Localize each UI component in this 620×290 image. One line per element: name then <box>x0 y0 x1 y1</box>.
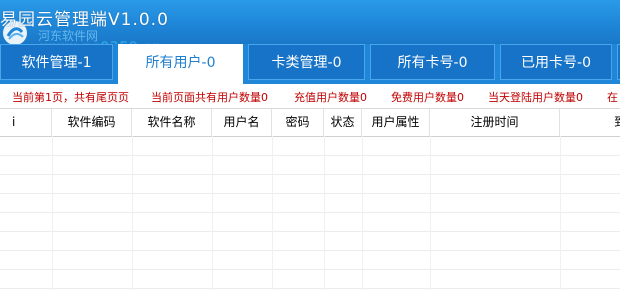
column-header-status[interactable]: 状态 <box>324 109 362 136</box>
column-header-user-attribute[interactable]: 用户属性 <box>362 109 430 136</box>
table-column-line <box>560 136 561 290</box>
column-header-password[interactable]: 密码 <box>272 109 324 136</box>
column-header-username[interactable]: 用户名 <box>212 109 272 136</box>
table-column-line <box>324 136 325 290</box>
table-column-line <box>362 136 363 290</box>
table-row-line <box>0 250 620 251</box>
user-table[interactable]: i 软件编码 软件名称 用户名 密码 状态 用户属性 注册时间 到期时 <box>0 109 620 290</box>
table-header: i 软件编码 软件名称 用户名 密码 状态 用户属性 注册时间 到期时 <box>0 109 620 137</box>
table-row-line <box>0 288 620 289</box>
table-column-line <box>430 136 431 290</box>
today-login-count: 当天登陆用户数量0 <box>488 91 583 104</box>
column-header-expire-time[interactable]: 到期时 <box>560 109 620 136</box>
tab-all-card-numbers[interactable]: 所有卡号-0 <box>370 44 495 80</box>
page-info: 当前第1页，共有尾页页 <box>12 91 129 104</box>
tab-all-users[interactable]: 所有用户-0 <box>118 44 243 84</box>
status-bar: 当前第1页，共有尾页页 当前页面共有用户数量0 充值用户数量0 免费用户数量0 … <box>0 84 620 109</box>
table-row-line <box>0 193 620 194</box>
free-user-count: 免费用户数量0 <box>391 91 464 104</box>
table-row-line <box>0 269 620 270</box>
table-row-line <box>0 174 620 175</box>
title-bar: 易园云管理端V1.0.0 河东软件网 www.pc0359.cn <box>0 0 620 55</box>
table-column-line <box>132 136 133 290</box>
table-column-line <box>52 136 53 290</box>
table-row-line <box>0 212 620 213</box>
table-column-line <box>272 136 273 290</box>
tab-bar: 软件管理-1 所有用户-0 卡类管理-0 所有卡号-0 已用卡号-0 <box>0 44 620 84</box>
column-header-software-code[interactable]: 软件编码 <box>52 109 132 136</box>
tab-card-type-management[interactable]: 卡类管理-0 <box>248 44 365 80</box>
tab-used-card-numbers[interactable]: 已用卡号-0 <box>500 44 612 80</box>
table-row-line <box>0 155 620 156</box>
page-user-count: 当前页面共有用户数量0 <box>151 91 268 104</box>
column-header-software-name[interactable]: 软件名称 <box>132 109 212 136</box>
column-header-index[interactable]: i <box>0 109 52 136</box>
column-header-register-time[interactable]: 注册时间 <box>430 109 560 136</box>
recharge-user-count: 充值用户数量0 <box>294 91 367 104</box>
tab-software-management[interactable]: 软件管理-1 <box>0 44 113 80</box>
table-row-line <box>0 231 620 232</box>
table-column-line <box>212 136 213 290</box>
status-overflow: 在 <box>607 91 618 104</box>
